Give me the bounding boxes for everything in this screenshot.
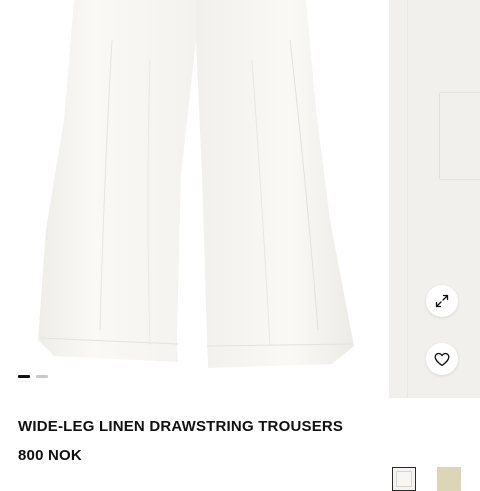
pagination-dot[interactable] (36, 375, 48, 378)
wishlist-button[interactable] (426, 343, 458, 375)
seam-line (407, 0, 408, 398)
pocket-detail (439, 92, 480, 180)
expand-button[interactable] (426, 285, 458, 317)
product-price: 800 NOK (18, 447, 82, 464)
color-swatch-beige[interactable] (437, 467, 461, 491)
color-swatch-white[interactable] (392, 467, 416, 491)
main-product-image[interactable] (0, 0, 388, 398)
detail-image[interactable] (389, 0, 480, 398)
pagination-dot-active[interactable] (18, 375, 30, 378)
product-title: WIDE-LEG LINEN DRAWSTRING TROUSERS (18, 418, 344, 435)
gallery-pagination (18, 375, 48, 378)
heart-outline-icon (434, 352, 450, 366)
trousers-image (38, 0, 354, 368)
product-gallery[interactable] (0, 0, 480, 398)
swatch-fill (396, 471, 412, 487)
expand-arrows-icon (435, 294, 449, 308)
